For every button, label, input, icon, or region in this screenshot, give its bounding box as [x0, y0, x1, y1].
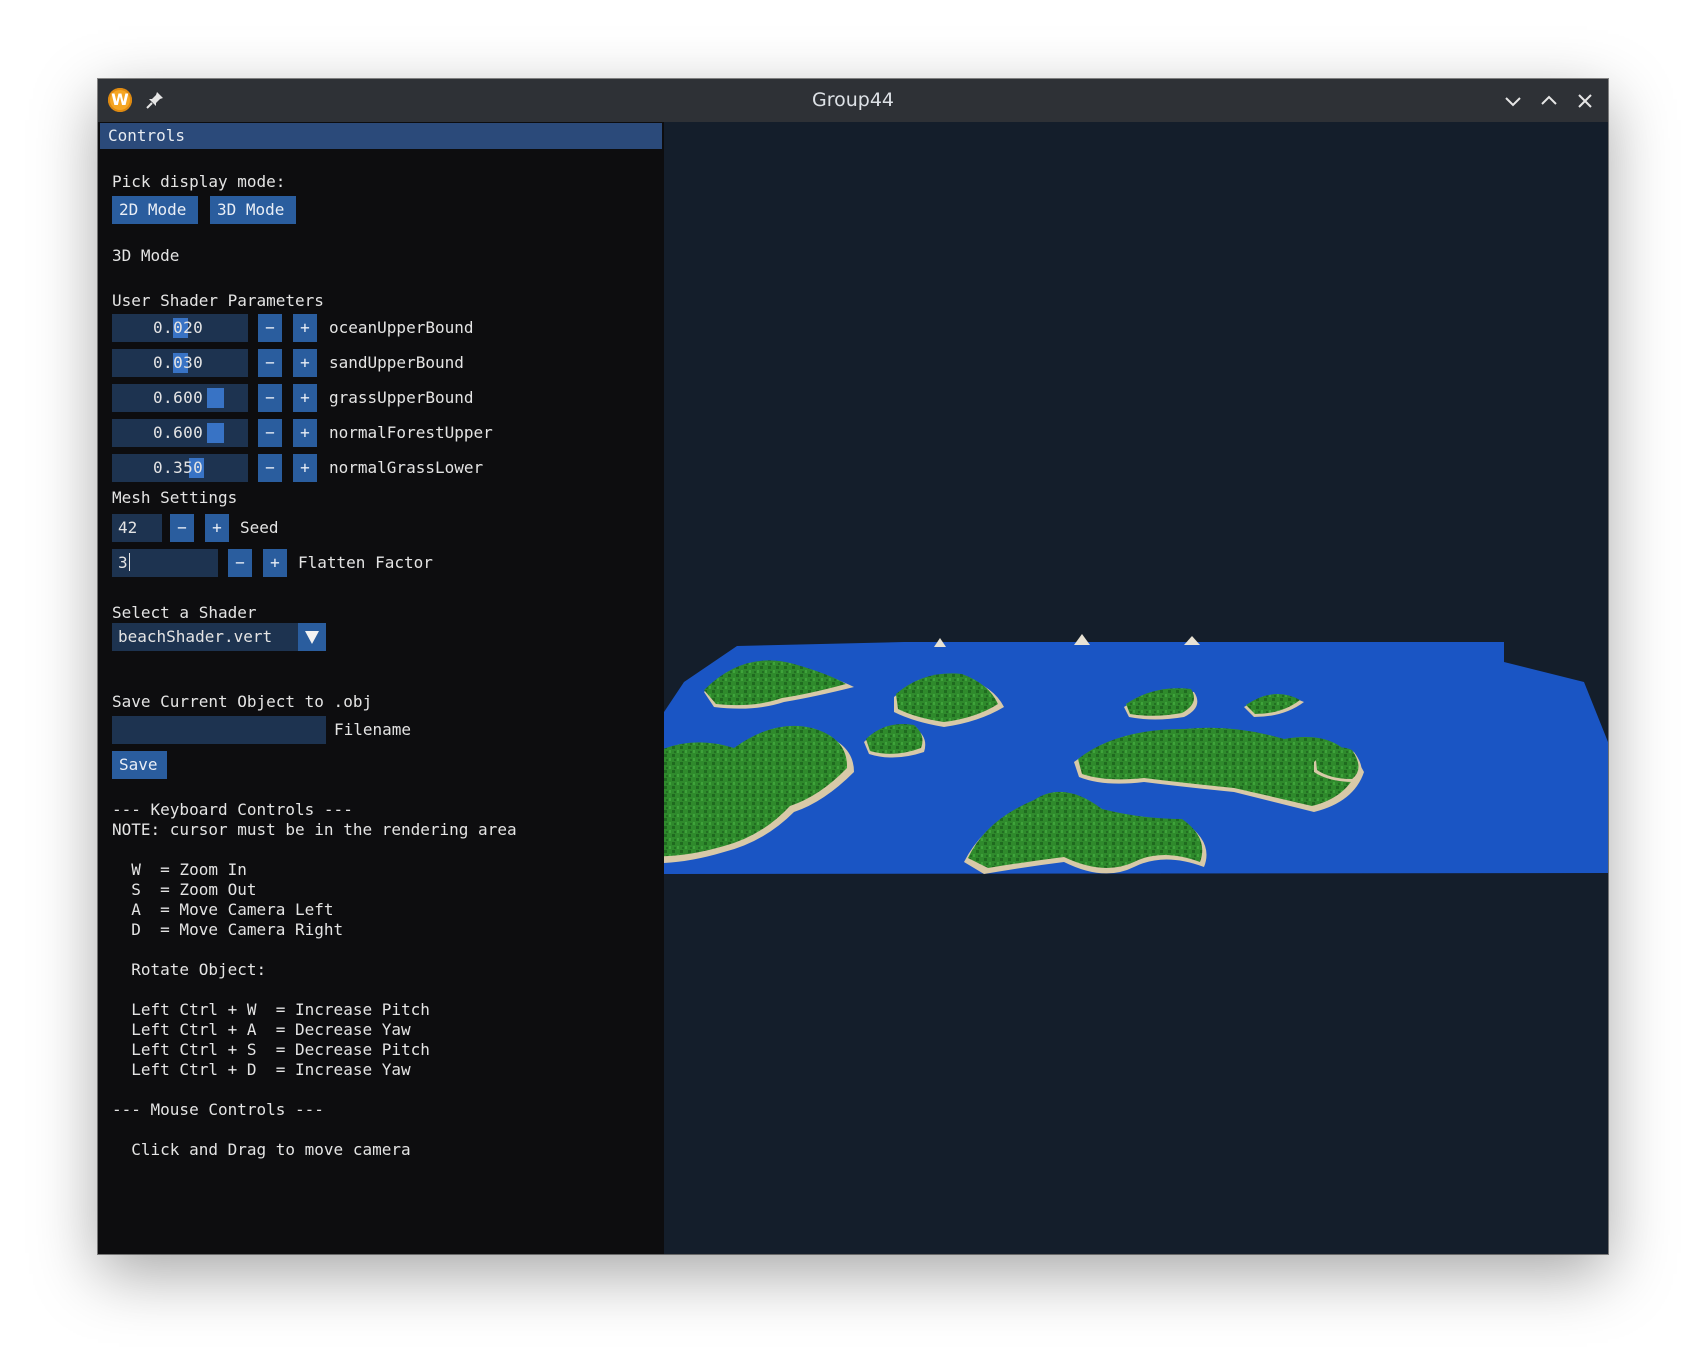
- key-help-line: A = Move Camera Left: [112, 900, 334, 919]
- increment-button[interactable]: +: [293, 384, 317, 412]
- rotate-header: Rotate Object:: [112, 960, 267, 979]
- mouse-header: --- Mouse Controls ---: [112, 1100, 324, 1119]
- flatten-factor-label: Flatten Factor: [298, 553, 433, 572]
- param-input[interactable]: 0.600: [112, 419, 248, 447]
- window-title: Group44: [811, 89, 895, 111]
- decrement-button[interactable]: −: [258, 349, 282, 377]
- current-mode-text: 3D Mode: [112, 246, 180, 265]
- rotate-help-line: Left Ctrl + W = Increase Pitch: [112, 1000, 430, 1019]
- decrement-button[interactable]: −: [258, 419, 282, 447]
- save-button[interactable]: Save: [112, 751, 167, 779]
- param-label: oceanUpperBound: [329, 318, 474, 337]
- rotate-help-line: Left Ctrl + S = Decrease Pitch: [112, 1040, 430, 1059]
- param-label: sandUpperBound: [329, 353, 464, 372]
- minimize-chevron-down-icon[interactable]: [1502, 90, 1524, 112]
- mesh-settings-label: Mesh Settings: [112, 488, 238, 507]
- filename-input[interactable]: [112, 716, 326, 744]
- 2d-mode-button[interactable]: 2D Mode: [112, 196, 198, 224]
- decrement-button[interactable]: −: [258, 454, 282, 482]
- flatten-increment-button[interactable]: +: [263, 549, 287, 577]
- shader-select[interactable]: beachShader.vert: [112, 623, 326, 651]
- flatten-decrement-button[interactable]: −: [228, 549, 252, 577]
- save-object-label: Save Current Object to .obj: [112, 692, 373, 711]
- text-cursor: [128, 553, 130, 571]
- key-help-line: D = Move Camera Right: [112, 920, 344, 939]
- shader-params-label: User Shader Parameters: [112, 291, 324, 310]
- param-label: normalForestUpper: [329, 423, 493, 442]
- key-help-line: S = Zoom Out: [112, 880, 257, 899]
- param-label: grassUpperBound: [329, 388, 474, 407]
- terrain-mesh: [664, 634, 1608, 874]
- param-input[interactable]: 0.600: [112, 384, 248, 412]
- render-viewport[interactable]: [664, 122, 1608, 1254]
- increment-button[interactable]: +: [293, 314, 317, 342]
- filename-label: Filename: [334, 720, 412, 739]
- key-help-line: W = Zoom In: [112, 860, 247, 879]
- mouse-hint: Click and Drag to move camera: [112, 1140, 411, 1159]
- increment-button[interactable]: +: [293, 454, 317, 482]
- seed-decrement-button[interactable]: −: [170, 514, 194, 542]
- close-icon[interactable]: [1574, 90, 1596, 112]
- param-input[interactable]: 0.020: [112, 314, 248, 342]
- maximize-chevron-up-icon[interactable]: [1538, 90, 1560, 112]
- param-input[interactable]: 0.030: [112, 349, 248, 377]
- rotate-help-line: Left Ctrl + A = Decrease Yaw: [112, 1020, 411, 1039]
- app-window: W Group44 Controls Pick display mode: 2D…: [98, 79, 1608, 1254]
- keyboard-header: --- Keyboard Controls ---: [112, 800, 353, 819]
- dropdown-arrow-icon[interactable]: [298, 623, 326, 651]
- shader-select-label: Select a Shader: [112, 603, 257, 622]
- param-label: normalGrassLower: [329, 458, 484, 477]
- decrement-button[interactable]: −: [258, 314, 282, 342]
- display-mode-label: Pick display mode:: [112, 172, 286, 191]
- flatten-factor-input[interactable]: 3: [112, 549, 218, 577]
- decrement-button[interactable]: −: [258, 384, 282, 412]
- rotate-help-line: Left Ctrl + D = Increase Yaw: [112, 1060, 411, 1079]
- seed-label: Seed: [240, 518, 279, 537]
- shader-select-value: beachShader.vert: [118, 627, 273, 646]
- controls-panel-header[interactable]: Controls: [100, 123, 662, 149]
- controls-panel: Controls Pick display mode: 2D Mode 3D M…: [98, 122, 665, 1254]
- keyboard-note: NOTE: cursor must be in the rendering ar…: [112, 820, 517, 839]
- seed-increment-button[interactable]: +: [205, 514, 229, 542]
- seed-input[interactable]: 42: [112, 514, 162, 542]
- increment-button[interactable]: +: [293, 349, 317, 377]
- title-bar[interactable]: W Group44: [98, 79, 1608, 123]
- param-input[interactable]: 0.350: [112, 454, 248, 482]
- increment-button[interactable]: +: [293, 419, 317, 447]
- 3d-mode-button[interactable]: 3D Mode: [210, 196, 296, 224]
